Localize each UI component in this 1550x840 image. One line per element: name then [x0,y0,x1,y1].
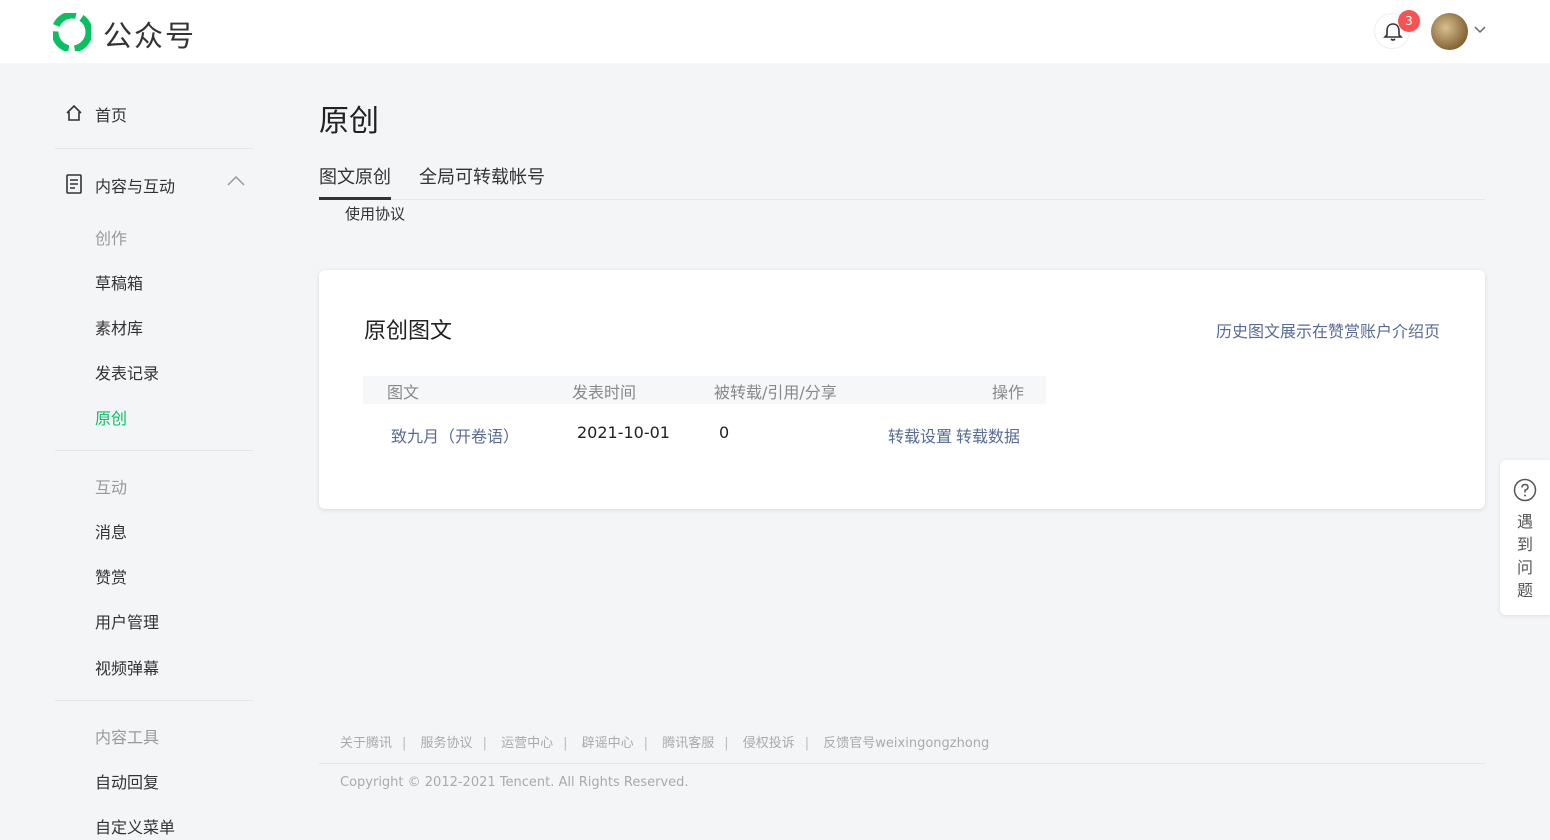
tabs-divider [319,199,1485,200]
sidebar-group-interact: 互动 [95,478,128,497]
column-header-actions: 操作 [992,383,1025,402]
notification-badge: 3 [1398,10,1420,32]
table-header [363,376,1046,404]
document-icon [66,174,82,194]
sidebar-divider [55,148,253,149]
repost-settings-link[interactable]: 转载设置 [888,423,952,447]
article-repost-count: 0 [719,423,730,442]
sidebar-item-appreciation[interactable]: 赞赏 [95,564,127,588]
card-title: 原创图文 [364,319,453,344]
original-articles-card: 原创图文 历史图文展示在赞赏账户介绍页 图文 发表时间 被转载/引用/分享 操作… [319,270,1485,509]
page-title: 原创 [319,104,379,139]
usage-agreement-link[interactable]: 使用协议 [345,203,405,224]
chevron-up-icon[interactable] [227,176,245,186]
help-char: 问 [1516,558,1533,577]
repost-data-link[interactable]: 转载数据 [956,423,1020,447]
sidebar-item-home[interactable]: 首页 [95,102,127,126]
sidebar-divider [55,700,253,701]
footer-link-infringement[interactable]: 侵权投诉 [743,736,795,751]
sidebar-divider [55,450,253,451]
wechat-official-logo-icon[interactable] [53,13,91,51]
tab-original-articles[interactable]: 图文原创 [319,163,391,189]
sidebar-item-drafts[interactable]: 草稿箱 [95,270,143,294]
footer-link-terms[interactable]: 服务协议 [421,736,473,751]
column-header-publish-time: 发表时间 [572,383,637,402]
footer-links: 关于腾讯 | 服务协议 | 运营中心 | 辟谣中心 | 腾讯客服 | 侵权投诉 | 反馈官号… [340,736,990,751]
help-char: 遇 [1516,512,1533,531]
sidebar-section-content[interactable]: 内容与互动 [95,173,175,197]
chevron-down-icon[interactable] [1474,26,1486,34]
sidebar-item-publish-records[interactable]: 发表记录 [95,360,159,384]
sidebar-group-create: 创作 [95,229,128,248]
article-publish-date: 2021-10-01 [577,423,670,442]
sidebar-item-video-danmaku[interactable]: 视频弹幕 [95,655,159,679]
footer-link-feedback[interactable]: 反馈官号weixingongzhong [823,736,989,751]
help-char: 到 [1516,535,1533,554]
footer-link-about[interactable]: 关于腾讯 [340,736,392,751]
column-header-reposts: 被转载/引用/分享 [714,383,837,402]
avatar[interactable] [1431,13,1468,50]
sidebar-item-user-management[interactable]: 用户管理 [95,609,159,633]
home-icon [66,104,82,121]
active-tab-indicator [319,197,391,200]
copyright-text: Copyright © 2012-2021 Tencent. All Right… [340,775,689,790]
sidebar-item-library[interactable]: 素材库 [95,315,143,339]
help-label: 遇 到 问 题 [1500,510,1550,602]
sidebar-group-tools: 内容工具 [95,728,160,747]
question-icon [1513,478,1537,502]
footer-link-rumor-center[interactable]: 辟谣中心 [582,736,634,751]
sidebar-item-original[interactable]: 原创 [95,405,127,429]
top-bar: 公众号 3 [0,0,1550,63]
footer-link-support[interactable]: 腾讯客服 [662,736,714,751]
footer-divider [319,763,1485,764]
footer-link-operations[interactable]: 运营中心 [501,736,553,751]
help-char: 题 [1516,581,1533,600]
sidebar-item-auto-reply[interactable]: 自动回复 [95,769,159,793]
history-display-link[interactable]: 历史图文展示在赞赏账户介绍页 [1216,318,1440,342]
tab-global-repost-accounts[interactable]: 全局可转载帐号 [419,163,545,189]
help-float-button[interactable]: 遇 到 问 题 [1500,460,1550,615]
sidebar-item-custom-menu[interactable]: 自定义菜单 [95,814,175,838]
article-title-link[interactable]: 致九月（开卷语） [391,423,519,447]
sidebar-item-messages[interactable]: 消息 [95,519,127,543]
brand-title[interactable]: 公众号 [103,13,196,55]
column-header-article: 图文 [387,383,420,402]
